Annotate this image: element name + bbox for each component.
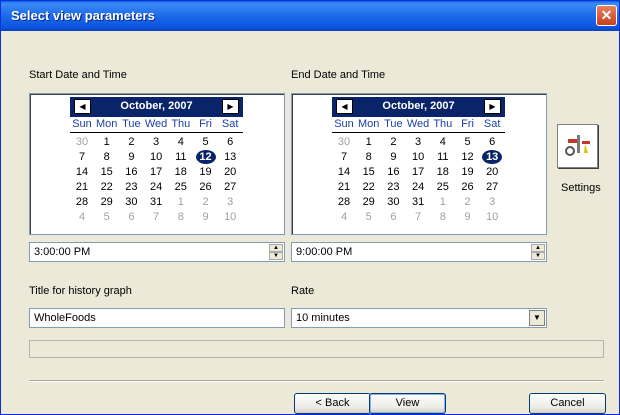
end-next-month-button[interactable]: ▶ xyxy=(484,99,501,114)
back-button[interactable]: < Back xyxy=(294,393,371,414)
start-calendar-day-cell[interactable]: 27 xyxy=(215,181,245,194)
rate-dropdown-button[interactable]: ▼ xyxy=(529,310,545,326)
end-prev-month-button[interactable]: ◀ xyxy=(336,99,353,114)
progress-bar xyxy=(29,340,604,358)
close-button[interactable]: ✕ xyxy=(596,5,617,26)
spin-up-icon[interactable]: ▲ xyxy=(269,244,283,252)
end-time-input[interactable]: 9:00:00 PM ▲ ▼ xyxy=(291,242,547,262)
end-calendar-weekday-header: Sat xyxy=(483,118,501,130)
history-title-value: WholeFoods xyxy=(34,312,96,324)
settings-button[interactable] xyxy=(557,124,598,168)
settings-label: Settings xyxy=(561,182,601,194)
start-prev-month-button[interactable]: ◀ xyxy=(74,99,91,114)
divider xyxy=(29,380,604,382)
end-calendar-selected-day[interactable]: 13 xyxy=(477,150,507,164)
spin-down-icon[interactable]: ▼ xyxy=(531,252,545,260)
rate-select[interactable]: 10 minutes ▼ xyxy=(291,308,547,328)
start-calendar-day-cell[interactable]: 20 xyxy=(215,166,245,179)
start-calendar-day-cell[interactable]: 13 xyxy=(215,151,245,164)
rate-label: Rate xyxy=(291,285,315,297)
spin-up-icon[interactable]: ▲ xyxy=(531,244,545,252)
start-time-input[interactable]: 3:00:00 PM ▲ ▼ xyxy=(29,242,285,262)
end-calendar-header: ◀ October, 2007 ▶ xyxy=(332,97,505,117)
rate-value: 10 minutes xyxy=(296,312,350,324)
start-calendar-header: ◀ October, 2007 ▶ xyxy=(70,97,243,117)
arrow-right-icon: ▶ xyxy=(489,102,496,111)
view-button[interactable]: View xyxy=(369,393,446,414)
end-calendar-day-cell[interactable]: 20 xyxy=(477,166,507,179)
end-calendar-day-cell[interactable]: 27 xyxy=(477,181,507,194)
start-month-label: October, 2007 xyxy=(120,100,193,112)
arrow-left-icon: ◀ xyxy=(79,102,86,111)
start-next-month-button[interactable]: ▶ xyxy=(222,99,239,114)
chevron-down-icon: ▼ xyxy=(533,313,541,322)
spin-down-icon[interactable]: ▼ xyxy=(269,252,283,260)
end-calendar-day-cell[interactable]: 6 xyxy=(477,136,507,149)
end-time-spinner[interactable]: ▲ ▼ xyxy=(531,244,545,260)
start-time-value: 3:00:00 PM xyxy=(34,246,91,258)
arrow-right-icon: ▶ xyxy=(227,102,234,111)
start-weekday-divider xyxy=(70,132,243,133)
history-title-label: Title for history graph xyxy=(29,285,132,297)
end-calendar-day-cell[interactable]: 3 xyxy=(477,196,507,209)
start-calendar-day-cell[interactable]: 3 xyxy=(215,196,245,209)
history-title-input[interactable]: WholeFoods xyxy=(29,308,285,328)
end-weekday-divider xyxy=(332,132,505,133)
close-icon: ✕ xyxy=(600,7,613,23)
title-bar[interactable]: Select view parameters ✕ xyxy=(1,1,619,31)
window-title: Select view parameters xyxy=(11,8,155,23)
end-calendar-day-cell[interactable]: 10 xyxy=(477,211,507,224)
arrow-left-icon: ◀ xyxy=(341,102,348,111)
tools-icon xyxy=(565,135,590,156)
start-calendar-day-cell[interactable]: 6 xyxy=(215,136,245,149)
start-date-label: Start Date and Time xyxy=(29,69,127,81)
end-calendar: ◀ October, 2007 ▶ Sun Mon Tue Wed Thu Fri Sat 3… xyxy=(291,93,547,235)
end-month-label: October, 2007 xyxy=(382,100,455,112)
start-calendar: ◀ October, 2007 ▶ Sun Mon Tue Wed Thu Fri Sat 3… xyxy=(29,93,285,235)
start-calendar-day-cell[interactable]: 10 xyxy=(215,211,245,224)
cancel-button[interactable]: Cancel xyxy=(529,393,606,414)
end-date-label: End Date and Time xyxy=(291,69,386,81)
start-calendar-weekday-header: Sat xyxy=(221,118,239,130)
end-time-value: 9:00:00 PM xyxy=(296,246,353,258)
start-time-spinner[interactable]: ▲ ▼ xyxy=(269,244,283,260)
dialog-window: Select view parameters ✕ Start Date and … xyxy=(0,0,620,415)
